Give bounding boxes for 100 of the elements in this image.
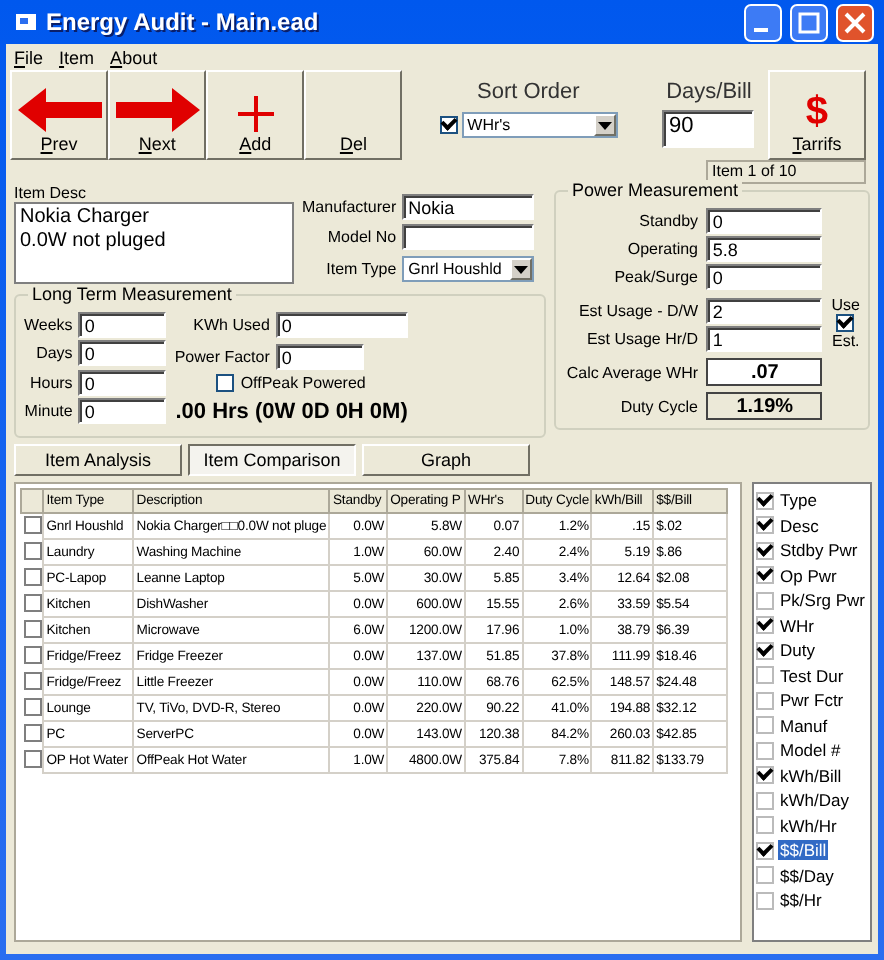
column-option[interactable]: Desc xyxy=(778,515,821,536)
close-icon[interactable] xyxy=(836,3,874,41)
sort-order-dropdown[interactable]: WHr's xyxy=(461,112,618,138)
tarrifs-button[interactable]: $ Tarrifs xyxy=(767,70,866,160)
column-checkbox[interactable] xyxy=(756,691,774,710)
row-checkbox[interactable] xyxy=(23,671,41,689)
column-checkbox[interactable] xyxy=(756,641,774,660)
item-type-dropdown[interactable]: Gnrl Houshld xyxy=(402,256,535,283)
column-checkbox[interactable] xyxy=(756,566,774,585)
days-bill-label: Days/Bill xyxy=(666,80,752,104)
column-option[interactable]: Pk/Srg Pwr xyxy=(778,590,868,611)
column-option[interactable]: Op Pwr xyxy=(778,565,839,586)
column-option[interactable]: Pwr Fctr xyxy=(778,690,846,711)
row-checkbox[interactable] xyxy=(23,567,41,585)
column-checkbox[interactable] xyxy=(756,891,774,910)
field-label: Weeks xyxy=(24,316,73,335)
row-checkbox[interactable] xyxy=(23,619,41,637)
use-est-checkbox[interactable] xyxy=(836,313,855,331)
plus-icon xyxy=(237,96,274,132)
column-checkbox[interactable] xyxy=(756,616,774,635)
text-field[interactable]: 2 xyxy=(706,298,823,324)
tab[interactable]: Graph xyxy=(362,444,530,476)
column-checkbox[interactable] xyxy=(756,516,774,535)
menu-item[interactable]: File xyxy=(14,47,44,67)
toolbar-button[interactable]: Del xyxy=(304,70,403,160)
result-label: Duty Cycle xyxy=(620,397,699,415)
caret-icon xyxy=(597,121,612,129)
result-value: .07 xyxy=(706,358,823,386)
column-option[interactable]: $$/Hr xyxy=(778,890,824,911)
app-icon xyxy=(14,10,38,34)
text-field[interactable]: Nokia xyxy=(402,193,535,220)
text-field[interactable]: 0 xyxy=(275,312,408,338)
row-checkbox[interactable] xyxy=(23,645,41,663)
column-option[interactable]: Model # xyxy=(778,740,843,761)
column-checkbox[interactable] xyxy=(756,791,774,810)
tab[interactable]: Item Analysis xyxy=(14,444,182,476)
column-option[interactable]: Duty xyxy=(778,640,817,661)
column-option[interactable]: $$/Bill xyxy=(778,840,829,861)
text-field[interactable] xyxy=(402,224,535,251)
sort-checkbox[interactable] xyxy=(439,116,458,134)
row-checkbox[interactable] xyxy=(23,541,41,559)
text-field[interactable]: 0 xyxy=(78,397,167,424)
toolbar-button[interactable]: Prev xyxy=(10,70,109,160)
text-field[interactable]: 0 xyxy=(275,344,364,370)
row-checkbox[interactable] xyxy=(23,593,41,611)
maximize-icon[interactable] xyxy=(790,3,828,41)
column-option[interactable]: kWh/Day xyxy=(778,790,851,811)
field-label: Days xyxy=(36,344,73,363)
column-checkbox[interactable] xyxy=(756,666,774,685)
column-checkbox[interactable] xyxy=(756,766,774,785)
row-checkbox[interactable] xyxy=(23,723,41,741)
field-label: Power Factor xyxy=(174,348,270,366)
row-checkbox[interactable] xyxy=(23,515,41,534)
field-label: Peak/Surge xyxy=(614,268,699,286)
tab[interactable]: Item Comparison xyxy=(188,444,356,476)
text-field[interactable]: 5.8 xyxy=(706,236,823,262)
offpeak-checkbox[interactable] xyxy=(216,374,235,392)
duration-summary: .00 Hrs (0W 0D 0H 0M) xyxy=(175,400,408,424)
minimize-icon[interactable] xyxy=(744,3,782,41)
column-checkbox[interactable] xyxy=(756,741,774,760)
column-option[interactable]: Type xyxy=(778,490,819,511)
column-option[interactable]: Test Dur xyxy=(778,665,846,686)
days-bill-field[interactable]: 90 xyxy=(662,110,755,148)
column-checkbox[interactable] xyxy=(756,841,774,860)
text-field[interactable]: 0 xyxy=(706,264,823,290)
column-option[interactable]: WHr xyxy=(778,615,816,636)
column-option[interactable]: kWh/Hr xyxy=(778,815,839,836)
column-option[interactable]: $$/Day xyxy=(778,865,836,886)
column-checkbox[interactable] xyxy=(756,491,774,510)
item-desc-field[interactable]: Nokia Charger 0.0W not pluged xyxy=(14,202,294,284)
row-checkbox[interactable] xyxy=(23,749,41,767)
result-value: 1.19% xyxy=(706,392,823,420)
text-field[interactable]: 0 xyxy=(78,340,167,367)
field-label: Minute xyxy=(24,401,73,420)
menu-item[interactable]: About xyxy=(110,47,158,67)
toolbar-button[interactable]: Next xyxy=(108,70,207,160)
text-field[interactable]: 1 xyxy=(706,326,823,352)
field-label: Item Type xyxy=(326,260,397,279)
field-label: Model No xyxy=(327,228,397,247)
window-title: Energy Audit - Main.ead xyxy=(46,8,321,36)
column-option[interactable]: Manuf xyxy=(778,715,830,736)
menu-item[interactable]: Item xyxy=(59,47,95,67)
caret-icon xyxy=(514,265,529,274)
column-checkbox[interactable] xyxy=(756,816,774,835)
column-checkbox[interactable] xyxy=(756,591,774,610)
column-header xyxy=(21,489,44,513)
group-title: Power Measurement xyxy=(568,180,743,200)
column-option[interactable]: Stdby Pwr xyxy=(778,540,860,561)
text-field[interactable]: 0 xyxy=(78,369,167,396)
sort-order-label: Sort Order xyxy=(476,80,580,104)
text-field[interactable]: 0 xyxy=(706,208,823,234)
column-checkbox[interactable] xyxy=(756,866,774,885)
checkbox-label: OffPeak Powered xyxy=(240,374,366,392)
column-option[interactable]: kWh/Bill xyxy=(778,765,844,786)
row-checkbox[interactable] xyxy=(23,697,41,715)
text-field[interactable]: 0 xyxy=(78,312,167,339)
column-checkbox[interactable] xyxy=(756,716,774,735)
column-checkbox[interactable] xyxy=(756,541,774,560)
right-arrow-icon xyxy=(115,88,200,132)
toolbar-button[interactable]: Add xyxy=(206,70,305,160)
